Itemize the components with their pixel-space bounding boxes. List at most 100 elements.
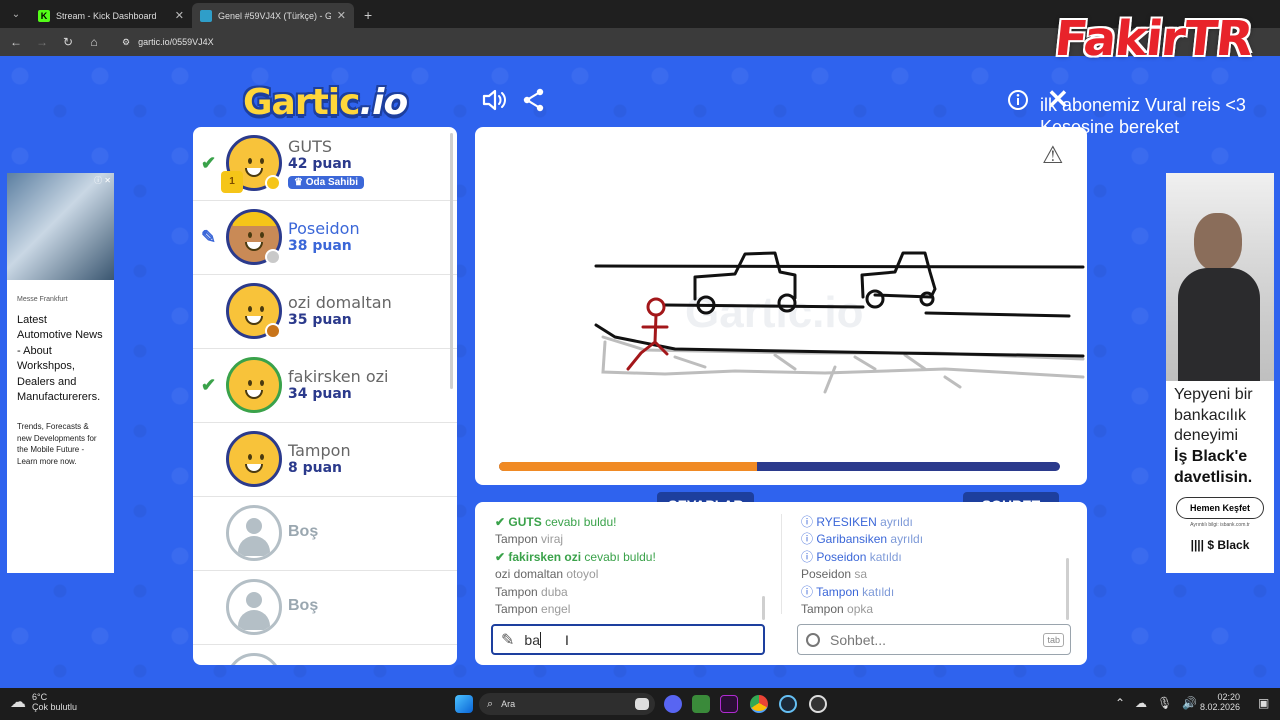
file-app-icon[interactable] (692, 695, 710, 713)
pencil-icon: ✎ (201, 227, 217, 247)
message-text: katıldı (869, 549, 902, 564)
player-row[interactable]: ozi domaltan 35 puan (193, 275, 457, 349)
message-user: ozi domaltan (495, 567, 567, 582)
players-scrollbar[interactable] (450, 133, 453, 389)
chat-message: ✔ fakirsken ozi cevabı buldu! (495, 549, 765, 566)
info-icon: ⓘ (801, 549, 817, 564)
chat-message: Tampon engel (495, 601, 765, 618)
player-points: 38 puan (288, 238, 352, 254)
player-row[interactable]: ✔ 1 GUTS 42 puan ♛ Oda Sahibi (193, 127, 457, 201)
player-name: ozi domaltan (288, 293, 392, 312)
ad-left-body: Trends, Forecasts & new Developments for… (17, 422, 97, 466)
kick-favicon-icon: K (38, 9, 50, 22)
close-tab-icon[interactable]: ✕ (175, 9, 184, 22)
ad-right-small: Ayrıntılı bilgi: isbank.com.tr (1190, 521, 1250, 528)
gartic-page: Gartic.io ✕ ilk abonemiz Vural reis <3 K… (0, 56, 1280, 688)
status-dot (265, 323, 281, 339)
system-tray[interactable]: ⌃☁🎙🔊 (1115, 696, 1207, 710)
player-points: 8 puan (288, 460, 343, 476)
player-name: Tampon (288, 441, 351, 460)
close-tab-icon[interactable]: ✕ (337, 9, 346, 22)
weather-desc: Çok bulutlu (32, 702, 78, 712)
tab-title: Stream - Kick Dashboard (56, 10, 157, 21)
message-user: GUTS (508, 515, 546, 529)
new-tab-button[interactable]: + (354, 7, 382, 28)
player-points: 35 puan (288, 312, 352, 328)
message-user: Garibansiken (816, 532, 891, 547)
brand-label: Black (1217, 537, 1250, 552)
badge-label: Oda Sahibi (305, 177, 358, 188)
player-name: fakirsken ozi (288, 367, 389, 386)
clock[interactable]: 02:20 8.02.2026 (1198, 692, 1240, 712)
check-icon: ✔ (495, 515, 509, 529)
chat-input-placeholder: Sohbet... (830, 631, 887, 648)
ad-right-line2: İş Black'e davetlisin. (1174, 448, 1253, 486)
chat-input[interactable]: Sohbet... tab (797, 624, 1071, 655)
info-icon[interactable] (1007, 89, 1029, 117)
answer-input[interactable]: ✎ ba I (491, 624, 765, 655)
home-icon[interactable]: ⌂ (86, 35, 102, 49)
message-user: RYESIKEN (816, 515, 881, 529)
weather-widget[interactable]: ☁ 6°C Çok bulutlu (10, 692, 77, 712)
players-panel: ✔ 1 GUTS 42 puan ♛ Oda Sahibi ✎ Poseidon… (193, 127, 457, 665)
steam-icon[interactable] (779, 695, 797, 713)
gartic-logo[interactable]: Gartic.io (243, 82, 408, 123)
player-row[interactable]: Tampon 8 puan (193, 423, 457, 497)
empty-slot (193, 645, 457, 665)
share-icon[interactable] (522, 88, 546, 118)
task-view-icon[interactable] (635, 698, 649, 710)
taskbar-search[interactable]: ⌕ Ara (479, 693, 655, 715)
message-user: Tampon (816, 584, 863, 599)
tab-list-button[interactable]: ⌄ (4, 3, 28, 25)
site-info-icon[interactable]: ⚙ (122, 37, 130, 48)
empty-avatar-icon (226, 505, 282, 561)
answers-scrollbar[interactable] (762, 596, 765, 620)
drawing-canvas[interactable]: ⚠ Gartic.io (475, 127, 1087, 485)
cloud-icon: ☁ (10, 694, 26, 711)
player-row[interactable]: ✔ fakirsken ozi 34 puan (193, 349, 457, 423)
text-cursor-icon: I (564, 631, 569, 648)
ad-right[interactable]: Yepyeni bir bankacılık deneyimi İş Black… (1166, 173, 1274, 573)
message-text: otoyol (566, 567, 599, 582)
avatar (226, 357, 282, 413)
chat-message: ✔ GUTS cevabı buldu! (495, 514, 765, 531)
player-row[interactable]: ✎ Poseidon 38 puan (193, 201, 457, 275)
player-points: 42 puan (288, 156, 352, 172)
browser-tab-kick[interactable]: K Stream - Kick Dashboard ✕ (30, 3, 192, 28)
chat-message: Tampon duba (495, 584, 765, 601)
check-icon: ✔ (201, 153, 217, 173)
ad-left[interactable]: ⓘ ✕ Messe Frankfurt Latest Automotive Ne… (7, 173, 114, 573)
chat-scrollbar[interactable] (1066, 558, 1069, 620)
notification-icon[interactable]: ▣ (1258, 696, 1269, 710)
message-user: Tampon (801, 602, 848, 617)
forward-icon[interactable]: → (34, 35, 50, 49)
answer-input-text: ba (524, 631, 540, 648)
chrome-icon[interactable] (750, 695, 768, 713)
message-text: opka (847, 602, 874, 617)
message-text: ayrıldı (890, 532, 924, 547)
logo-main-text: Gartic (243, 82, 360, 123)
status-dot (265, 175, 281, 191)
message-text: engel (541, 602, 571, 617)
discord-icon[interactable] (664, 695, 682, 713)
avatar (226, 431, 282, 487)
ad-close-icon[interactable]: ⓘ ✕ (94, 175, 111, 186)
trophy-icon: 1 (221, 171, 243, 193)
message-text: duba (541, 584, 568, 599)
obs-icon[interactable] (809, 695, 827, 713)
start-windows-icon[interactable] (455, 695, 473, 713)
ad-right-line1: Yepyeni bir bankacılık deneyimi (1174, 386, 1253, 445)
message-text: viraj (541, 532, 564, 547)
clock-time: 02:20 (1217, 692, 1240, 702)
ad-right-cta[interactable]: Hemen Keşfet (1176, 496, 1264, 519)
message-text: sa (854, 567, 868, 582)
video-editor-icon[interactable] (720, 695, 738, 713)
gartic-favicon-icon (200, 9, 212, 22)
back-icon[interactable]: ← (8, 35, 24, 49)
reload-icon[interactable]: ↻ (60, 35, 76, 49)
tab-title: Genel #59VJ4X (Türkçe) - Gartic (218, 10, 331, 21)
url-field[interactable]: ⚙ gartic.io/0559VJ4X (122, 37, 214, 48)
chat-message: Poseidon sa (801, 566, 1071, 583)
browser-tab-gartic[interactable]: Genel #59VJ4X (Türkçe) - Gartic ✕ (192, 3, 354, 28)
sound-icon[interactable] (481, 88, 507, 118)
